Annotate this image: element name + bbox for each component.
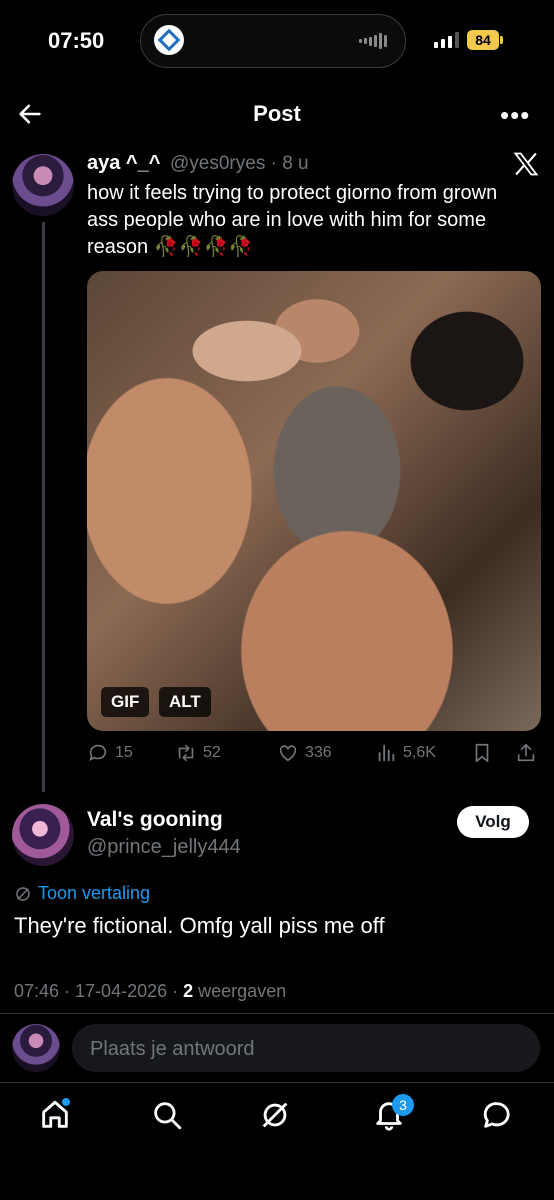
nav-messages[interactable] xyxy=(480,1098,520,1138)
views-action[interactable]: 5,6K xyxy=(375,742,436,764)
post-timestamp: 07:46 · 17-04-2026 · xyxy=(14,981,179,1001)
search-icon xyxy=(154,1102,182,1130)
reply-count: 15 xyxy=(115,744,133,761)
avatar[interactable] xyxy=(12,154,74,216)
post-text: They're fictional. Omfg yall piss me off xyxy=(14,913,385,938)
follow-button[interactable]: Volg xyxy=(457,806,529,838)
like-count: 336 xyxy=(305,744,332,761)
bookmark-icon xyxy=(475,743,489,763)
nav-grok[interactable] xyxy=(258,1098,298,1138)
post-media-gif[interactable]: GIF ALT xyxy=(87,271,541,731)
reply-action[interactable]: 15 xyxy=(87,742,133,764)
battery-icon xyxy=(500,36,503,44)
nav-home[interactable] xyxy=(38,1098,78,1138)
x-logo-icon xyxy=(512,150,540,178)
repost-action[interactable]: 52 xyxy=(175,742,221,764)
views-count: 5,6K xyxy=(403,744,436,761)
repost-count: 52 xyxy=(203,744,221,761)
more-icon[interactable]: ••• xyxy=(500,100,530,130)
notifications-badge: 3 xyxy=(392,1094,414,1116)
app-logo-icon xyxy=(154,25,184,55)
like-action[interactable]: 336 xyxy=(277,742,332,764)
audio-waveform-icon xyxy=(359,33,387,49)
messages-icon xyxy=(483,1102,510,1128)
author-handle[interactable]: @yes0ryes · 8 u xyxy=(170,153,309,175)
page-title: Post xyxy=(253,101,301,126)
reply-composer[interactable] xyxy=(72,1024,540,1074)
thread-line xyxy=(42,222,45,792)
share-icon xyxy=(517,743,535,762)
gif-badge: GIF xyxy=(101,687,150,717)
views-label: weergaven xyxy=(198,981,287,1001)
repost-icon xyxy=(178,744,194,762)
status-time: 07:50 xyxy=(48,28,105,53)
bottom-nav: 3 xyxy=(0,1092,554,1148)
translate-link[interactable]: Toon vertaling xyxy=(14,883,150,904)
avatar xyxy=(12,1024,60,1072)
views-number: 2 xyxy=(183,981,194,1001)
grok-icon xyxy=(262,1102,288,1128)
dynamic-island xyxy=(140,14,406,68)
reply-icon xyxy=(89,744,107,761)
post-actions: 15 52 336 5,6K xyxy=(87,742,541,768)
post-text: how it feels trying to protect giorno fr… xyxy=(87,182,498,258)
author-name[interactable]: aya ^_^ xyxy=(87,152,160,175)
divider xyxy=(0,1082,554,1083)
nav-search[interactable] xyxy=(150,1098,190,1138)
cellular-signal-icon xyxy=(434,32,459,48)
divider xyxy=(0,1013,554,1014)
avatar[interactable] xyxy=(12,804,74,866)
like-icon xyxy=(279,745,297,762)
nav-notifications[interactable]: 3 xyxy=(372,1094,414,1138)
share-action[interactable] xyxy=(515,742,537,764)
views-icon xyxy=(378,744,395,762)
battery-level: 84 xyxy=(467,30,499,50)
author-name[interactable]: Val's gooning xyxy=(87,808,223,832)
translate-icon xyxy=(16,886,30,901)
alt-badge[interactable]: ALT xyxy=(159,687,211,717)
gif-image xyxy=(87,271,541,731)
post-meta: 07:46 · 17-04-2026 · 2 weergaven xyxy=(14,981,286,1002)
bookmark-action[interactable] xyxy=(471,742,493,764)
reply-input[interactable] xyxy=(88,1024,522,1074)
new-content-dot xyxy=(62,1098,70,1106)
translate-label: Toon vertaling xyxy=(38,883,151,903)
author-handle[interactable]: @prince_jelly444 xyxy=(87,836,241,859)
